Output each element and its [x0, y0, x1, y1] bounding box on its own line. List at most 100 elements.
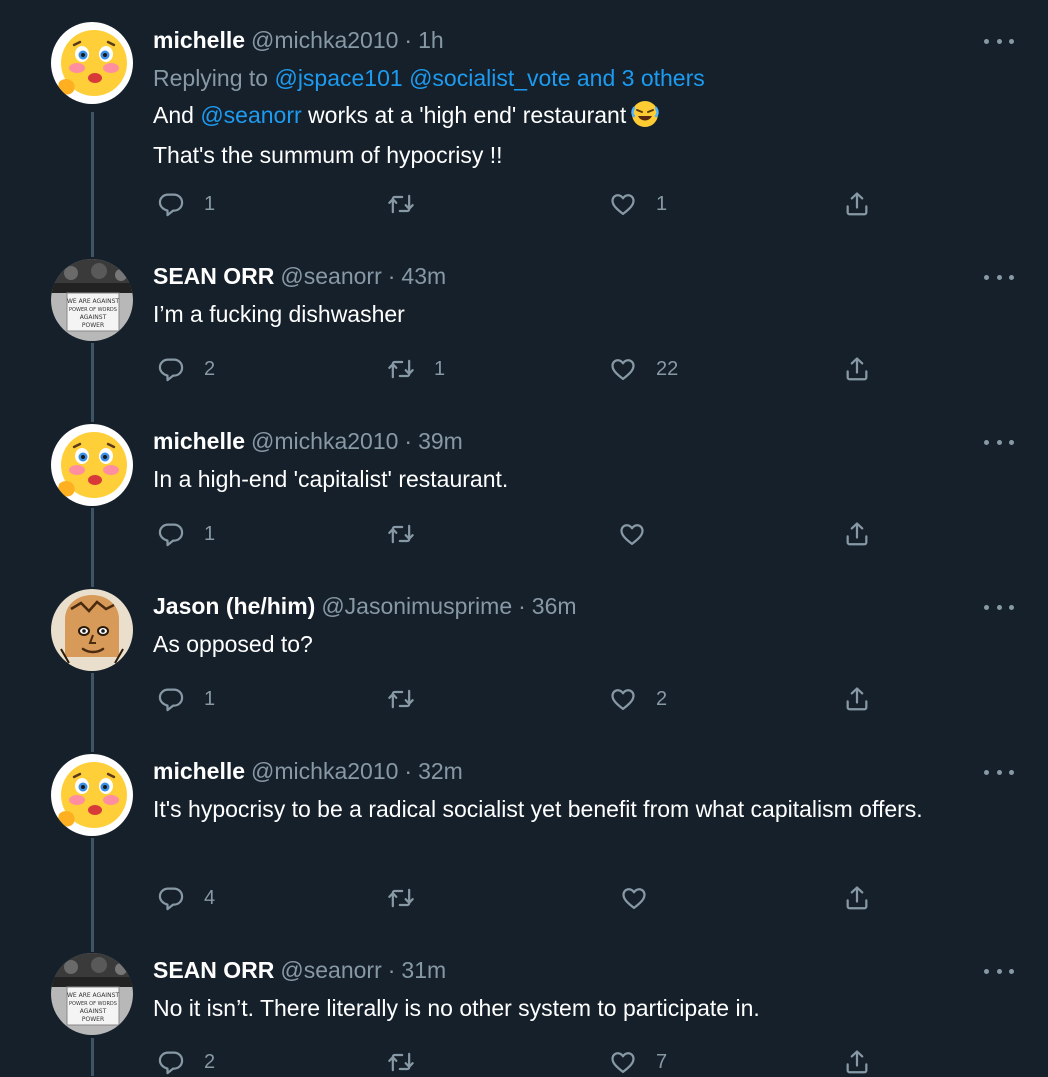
thread-line	[91, 1038, 94, 1076]
avatar[interactable]	[51, 424, 133, 506]
user-handle[interactable]: @michka2010	[251, 428, 398, 454]
tweet-6[interactable]: WE ARE AGAINST POWER OF WORDS AGAINST PO…	[0, 940, 1048, 1076]
like-count: 2	[656, 687, 668, 710]
thread-line	[91, 940, 94, 952]
display-name[interactable]: michelle	[153, 27, 245, 53]
tweet-4[interactable]: Jason (he/him) @Jasonimusprime · 36m As opp…	[0, 575, 1048, 740]
more-options-icon[interactable]	[984, 432, 1014, 452]
reply-icon	[157, 355, 185, 383]
reply-button[interactable]: 1	[157, 519, 215, 549]
tweet-3[interactable]: michelle @michka2010 · 39m In a high-end 'c…	[0, 410, 1048, 575]
thread-line	[91, 343, 94, 410]
more-options-icon[interactable]	[984, 31, 1014, 51]
like-button[interactable]: 7	[609, 1047, 667, 1077]
timestamp[interactable]: 1h	[418, 27, 444, 53]
retweet-button[interactable]	[387, 684, 434, 714]
tweet-5[interactable]: michelle @michka2010 · 32m It's hypocrisy t…	[0, 740, 1048, 940]
more-options-icon[interactable]	[984, 597, 1014, 617]
timestamp[interactable]: 32m	[418, 758, 463, 784]
tweet-header: SEAN ORR @seanorr · 43m	[153, 261, 446, 291]
replying-to-links[interactable]: @jspace101 @socialist_vote and 3 others	[274, 65, 704, 91]
retweet-button[interactable]	[387, 883, 434, 913]
blushing-emoji-avatar-icon	[51, 22, 133, 104]
display-name[interactable]: SEAN ORR	[153, 263, 274, 289]
tweet-header: SEAN ORR @seanorr · 31m	[153, 955, 446, 985]
like-button[interactable]: 1	[609, 189, 667, 219]
sign-text: POWER	[82, 1016, 104, 1023]
display-name[interactable]: Jason (he/him)	[153, 593, 315, 619]
user-handle[interactable]: @seanorr	[280, 263, 381, 289]
share-button[interactable]	[843, 684, 871, 714]
retweet-icon	[387, 190, 415, 218]
share-button[interactable]	[843, 883, 871, 913]
retweet-icon	[387, 355, 415, 383]
tweet-text: In a high-end 'capitalist' restaurant.	[153, 462, 983, 496]
user-handle[interactable]: @seanorr	[280, 957, 381, 983]
share-button[interactable]	[843, 1047, 871, 1077]
tweet-text: No it isn’t. There literally is no other…	[153, 991, 983, 1025]
tweet-1[interactable]: michelle @michka2010 · 1h Replying to @jspa…	[0, 0, 1048, 245]
timestamp[interactable]: 43m	[401, 263, 446, 289]
reply-count: 2	[204, 357, 216, 380]
more-options-icon[interactable]	[984, 961, 1014, 981]
user-handle[interactable]: @michka2010	[251, 27, 398, 53]
share-button[interactable]	[843, 189, 871, 219]
tweet-header: michelle @michka2010 · 1h	[153, 25, 444, 55]
reply-icon	[157, 685, 185, 713]
separator-dot: ·	[404, 758, 413, 784]
avatar[interactable]	[51, 754, 133, 836]
timestamp[interactable]: 39m	[418, 428, 463, 454]
thread-line	[91, 410, 94, 422]
timestamp[interactable]: 36m	[532, 593, 577, 619]
user-handle[interactable]: @michka2010	[251, 758, 398, 784]
share-icon	[843, 190, 871, 218]
retweet-button[interactable]	[387, 189, 434, 219]
thread-line	[91, 575, 94, 587]
sign-text: WE ARE AGAINST	[67, 298, 119, 305]
retweet-button[interactable]: 1	[387, 354, 445, 384]
share-button[interactable]	[843, 519, 871, 549]
tweet-text-line: I’m a fucking dishwasher	[153, 301, 405, 327]
retweet-button[interactable]	[387, 519, 434, 549]
more-options-icon[interactable]	[984, 267, 1014, 287]
avatar[interactable]: WE ARE AGAINST POWER OF WORDS AGAINST PO…	[51, 953, 133, 1035]
avatar[interactable]: WE ARE AGAINST POWER OF WORDS AGAINST PO…	[51, 259, 133, 341]
like-button[interactable]	[618, 519, 665, 549]
text-segment: works at a 'high end' restaurant	[301, 102, 627, 128]
reply-button[interactable]: 2	[157, 1047, 215, 1077]
tweet-text-line: It's hypocrisy to be a radical socialist…	[153, 796, 923, 822]
reply-button[interactable]: 4	[157, 883, 215, 913]
mention-link[interactable]: @seanorr	[200, 102, 301, 128]
reply-button[interactable]: 1	[157, 189, 215, 219]
reply-count: 4	[204, 886, 216, 909]
display-name[interactable]: michelle	[153, 428, 245, 454]
like-button[interactable]: 2	[609, 684, 667, 714]
like-button[interactable]: 22	[609, 354, 678, 384]
conversation-thread: michelle @michka2010 · 1h Replying to @jspa…	[0, 0, 1048, 1076]
timestamp[interactable]: 31m	[401, 957, 446, 983]
avatar[interactable]	[51, 22, 133, 104]
display-name[interactable]: michelle	[153, 758, 245, 784]
tweet-2[interactable]: WE ARE AGAINST POWER OF WORDS AGAINST PO…	[0, 245, 1048, 410]
tweet-text-line: No it isn’t. There literally is no other…	[153, 995, 760, 1021]
share-button[interactable]	[843, 354, 871, 384]
sign-text: AGAINST	[80, 1008, 107, 1015]
like-count: 1	[656, 192, 668, 215]
avatar[interactable]	[51, 589, 133, 671]
tweet-text: I’m a fucking dishwasher	[153, 297, 983, 331]
retweet-count: 1	[434, 357, 446, 380]
retweet-button[interactable]	[387, 1047, 434, 1077]
share-icon	[843, 1048, 871, 1076]
tweet-text-line: As opposed to?	[153, 631, 313, 657]
like-button[interactable]	[620, 883, 667, 913]
tweet-text-line: In a high-end 'capitalist' restaurant.	[153, 466, 509, 492]
reply-button[interactable]: 2	[157, 354, 215, 384]
reply-button[interactable]: 1	[157, 684, 215, 714]
display-name[interactable]: SEAN ORR	[153, 957, 274, 983]
protest-photo-avatar-icon: WE ARE AGAINST POWER OF WORDS AGAINST PO…	[51, 953, 133, 1035]
user-handle[interactable]: @Jasonimusprime	[321, 593, 512, 619]
tweet-header: michelle @michka2010 · 32m	[153, 756, 463, 786]
separator-dot: ·	[518, 593, 526, 619]
reply-count: 1	[204, 192, 216, 215]
more-options-icon[interactable]	[984, 762, 1014, 782]
